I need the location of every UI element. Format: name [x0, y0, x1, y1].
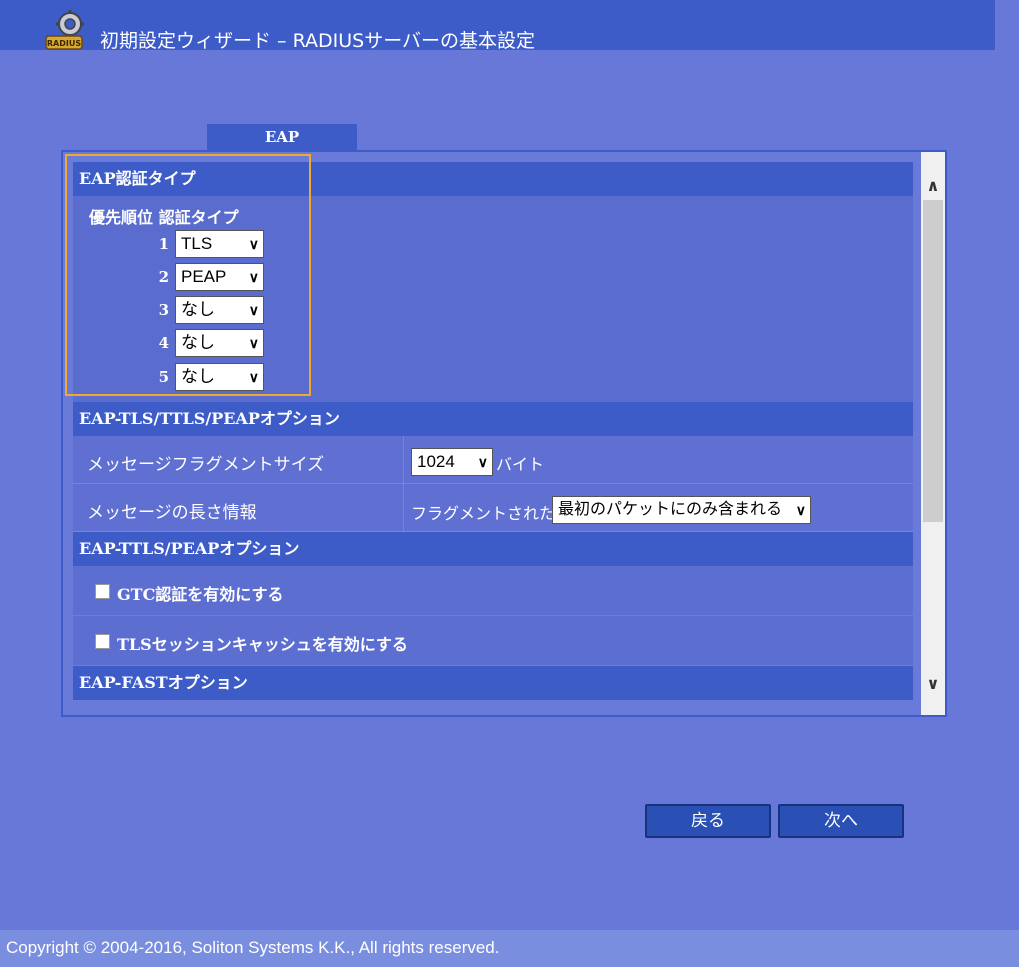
chevron-down-icon: ∨: [477, 454, 488, 470]
chevron-down-icon: ∨: [248, 302, 259, 318]
priority-number: 3: [158, 301, 169, 319]
priority-row: 5 なし ∨: [73, 363, 313, 391]
priority-number: 2: [158, 268, 169, 286]
gtc-auth-checkbox[interactable]: [95, 584, 110, 599]
chevron-down-icon: ∨: [248, 369, 259, 385]
page-title: 初期設定ウィザード – RADIUSサーバーの基本設定: [100, 30, 536, 52]
auth-type-column-label: 認証タイプ: [158, 208, 239, 227]
gtc-auth-row: GTC認証を有効にする: [73, 566, 913, 616]
chevron-down-icon: ∨: [248, 335, 259, 351]
vertical-scrollbar[interactable]: ∧ ∨: [921, 152, 945, 715]
next-button[interactable]: 次へ: [778, 804, 904, 838]
ttls-options-header: EAP-TTLS/PEAPオプション: [73, 532, 913, 566]
scroll-up-icon[interactable]: ∧: [921, 174, 945, 198]
copyright-text: Copyright © 2004-2016, Soliton Systems K…: [6, 938, 500, 957]
priority-row: 3 なし ∨: [73, 296, 313, 324]
auth-type-select-3[interactable]: なし ∨: [175, 296, 264, 324]
tab-eap[interactable]: EAP: [207, 124, 357, 151]
auth-type-select-2[interactable]: PEAP ∨: [175, 263, 264, 291]
tls-cache-checkbox[interactable]: [95, 634, 110, 649]
fragment-unit-label: バイト: [496, 455, 545, 474]
fragment-size-label: メッセージフラグメントサイズ: [87, 455, 325, 475]
fragment-size-row: メッセージフラグメントサイズ 1024 ∨ バイト: [73, 436, 913, 484]
eap-auth-type-block: 優先順位 認証タイプ 1 TLS ∨ 2 PEAP ∨ 3 なし ∨ 4 なし …: [73, 196, 913, 402]
row-divider: [403, 436, 404, 484]
message-length-row: メッセージの長さ情報 フラグメントされた 最初のパケットにのみ含まれる ∨: [73, 484, 913, 532]
row-divider: [403, 484, 404, 532]
eap-auth-type-header: EAP認証タイプ: [73, 162, 913, 196]
gtc-auth-label: GTC認証を有効にする: [117, 585, 284, 604]
fast-options-header: EAP-FASTオプション: [73, 666, 913, 700]
priority-number: 4: [158, 334, 169, 352]
wizard-logo-icon: RADIUS: [45, 10, 84, 50]
priority-row: 4 なし ∨: [73, 329, 313, 357]
message-length-label: メッセージの長さ情報: [87, 503, 257, 523]
auth-type-select-5[interactable]: なし ∨: [175, 363, 264, 391]
chevron-down-icon: ∨: [248, 236, 259, 252]
chevron-down-icon: ∨: [248, 269, 259, 285]
tls-cache-label: TLSセッションキャッシュを有効にする: [117, 635, 408, 654]
priority-column-label: 優先順位: [89, 208, 154, 227]
fragment-size-select[interactable]: 1024 ∨: [411, 448, 493, 476]
tls-options-header: EAP-TLS/TTLS/PEAPオプション: [73, 402, 913, 436]
priority-number: 5: [158, 368, 169, 386]
auth-type-select-1[interactable]: TLS ∨: [175, 230, 264, 258]
scroll-thumb[interactable]: [923, 200, 943, 522]
scroll-content: EAP認証タイプ 優先順位 認証タイプ 1 TLS ∨ 2 PEAP ∨ 3 な…: [73, 162, 913, 700]
chevron-down-icon: ∨: [795, 502, 806, 518]
priority-row: 1 TLS ∨: [73, 230, 313, 258]
scroll-down-icon[interactable]: ∨: [921, 672, 945, 696]
priority-number: 1: [158, 235, 169, 253]
priority-table-header: 優先順位 認証タイプ: [89, 204, 239, 228]
tls-cache-row: TLSセッションキャッシュを有効にする: [73, 616, 913, 666]
priority-row: 2 PEAP ∨: [73, 263, 313, 291]
svg-text:RADIUS: RADIUS: [47, 39, 81, 48]
back-button[interactable]: 戻る: [645, 804, 771, 838]
eap-settings-panel: EAP認証タイプ 優先順位 認証タイプ 1 TLS ∨ 2 PEAP ∨ 3 な…: [61, 150, 947, 717]
auth-type-select-4[interactable]: なし ∨: [175, 329, 264, 357]
message-length-select[interactable]: 最初のパケットにのみ含まれる ∨: [552, 496, 811, 524]
fragmented-prefix-label: フラグメントされた: [411, 504, 556, 523]
